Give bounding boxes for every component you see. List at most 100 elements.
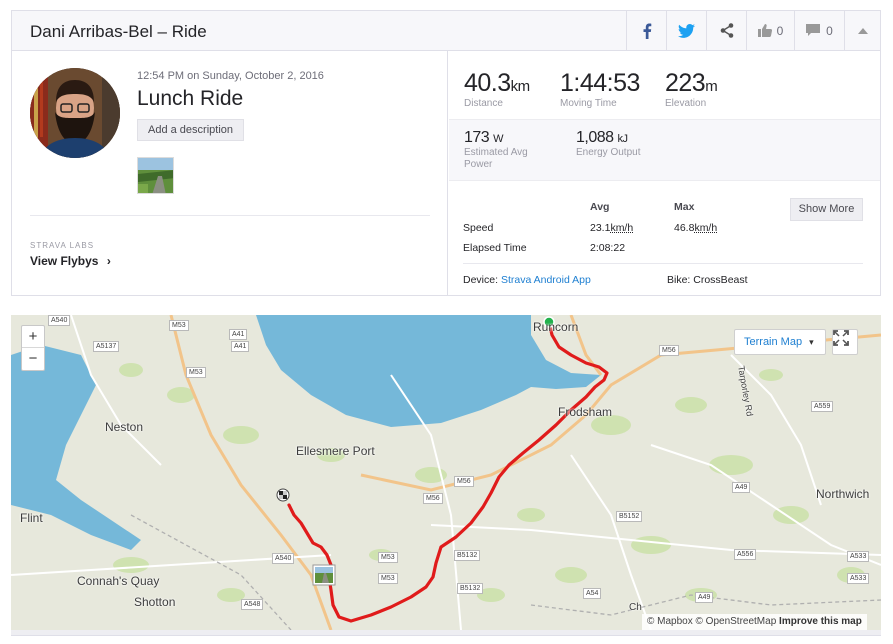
secondary-stats: 173 W Estimated Avg Power 1,088 kJ Energ… xyxy=(449,119,880,181)
expand-icon xyxy=(833,330,849,346)
moving-time-value: 1:44:53 xyxy=(560,69,640,97)
elevation-label: Elevation xyxy=(665,98,707,109)
chevron-up-icon xyxy=(857,27,868,34)
road-shield: A548 xyxy=(241,599,264,610)
road-shield: M56 xyxy=(423,493,443,504)
activity-photo-thumbnail[interactable] xyxy=(137,157,174,194)
elevation-value: 223 xyxy=(665,69,706,97)
fullscreen-button[interactable] xyxy=(832,329,858,355)
road-shield: A49 xyxy=(732,482,751,493)
finish-flag-icon[interactable] xyxy=(276,488,290,502)
view-flybys-link[interactable]: View Flybys › xyxy=(30,254,111,268)
speed-label: Speed xyxy=(463,222,494,234)
road-shield: A49 xyxy=(695,592,714,603)
speed-max: 46.8km/h xyxy=(674,222,717,234)
comment-button[interactable]: 0 xyxy=(794,11,844,50)
distance-label: Distance xyxy=(464,98,503,109)
road-shield: A540 xyxy=(272,553,295,564)
kudos-button[interactable]: 0 xyxy=(746,11,794,50)
bike-info: Bike: CrossBeast xyxy=(667,274,748,286)
comment-icon xyxy=(806,24,821,36)
place-label-ch: Ch xyxy=(629,602,642,613)
share-icon xyxy=(720,23,733,38)
col-header-avg: Avg xyxy=(590,201,610,213)
stat-power: 173 W Estimated Avg Power xyxy=(464,129,549,171)
place-label-connahs-quay: Connah's Quay xyxy=(77,574,160,588)
road-shield: B5152 xyxy=(616,511,643,522)
zoom-in-button[interactable]: + xyxy=(22,326,44,348)
avatar-image xyxy=(30,68,120,158)
twitter-icon xyxy=(678,23,695,38)
place-label-ellesmere-port: Ellesmere Port xyxy=(296,444,375,458)
share-button[interactable] xyxy=(706,11,746,50)
add-description-button[interactable]: Add a description xyxy=(137,119,244,141)
speed-avg-unit: km/h xyxy=(610,222,634,234)
road-shield: M53 xyxy=(378,573,398,584)
road-shield: A41 xyxy=(231,341,250,352)
place-label-frodsham: Frodsham xyxy=(558,405,613,419)
attribution-osm-link[interactable]: © OpenStreetMap xyxy=(696,616,777,627)
road-shield: M53 xyxy=(378,552,398,563)
stat-energy: 1,088 kJ Energy Output xyxy=(576,129,696,159)
map-attribution: © Mapbox © OpenStreetMap Improve this ma… xyxy=(642,614,867,630)
collapse-button[interactable] xyxy=(844,11,880,50)
road-shield: A54 xyxy=(583,588,602,599)
device-link[interactable]: Strava Android App xyxy=(501,274,591,286)
moving-time-label: Moving Time xyxy=(560,98,617,109)
speed-avg-value: 23.1 xyxy=(590,222,611,234)
improve-map-link[interactable]: Improve this map xyxy=(779,616,862,627)
place-label-neston: Neston xyxy=(105,420,144,434)
map-resize-handle[interactable] xyxy=(11,630,881,636)
bike-label: Bike: xyxy=(667,274,691,286)
place-label-shotton: Shotton xyxy=(134,595,176,609)
place-label-runcorn: Runcorn xyxy=(533,320,579,334)
elapsed-value: 2:08:22 xyxy=(590,242,626,254)
caret-down-icon: ▾ xyxy=(809,337,814,347)
road-shield: A540 xyxy=(48,315,71,326)
map-type-dropdown[interactable]: Terrain Map ▾ xyxy=(734,329,826,355)
place-label-flint: Flint xyxy=(20,511,43,525)
zoom-out-button[interactable]: − xyxy=(22,348,44,370)
thumbs-up-icon xyxy=(757,24,772,37)
power-unit: W xyxy=(493,133,504,145)
speed-max-value: 46.8 xyxy=(674,222,695,234)
activity-card: Dani Arribas-Bel – Ride 0 0 12:54 PM on … xyxy=(11,10,881,296)
kudos-count: 0 xyxy=(776,23,784,38)
road-shield: A5137 xyxy=(93,341,120,352)
road-shield: A556 xyxy=(734,549,757,560)
bike-value: CrossBeast xyxy=(693,274,748,286)
stat-elevation: 223m Elevation xyxy=(665,69,718,109)
attribution-mapbox-link[interactable]: © Mapbox xyxy=(647,616,693,627)
device-info: Device: Strava Android App xyxy=(463,274,591,286)
facebook-icon xyxy=(643,23,651,39)
twitter-share-button[interactable] xyxy=(666,11,706,50)
road-shield: A533 xyxy=(847,573,870,584)
activity-name: Lunch Ride xyxy=(137,87,244,110)
activity-stats: 40.3km Distance 1:44:53 Moving Time 223m… xyxy=(449,51,880,295)
view-flybys-label: View Flybys xyxy=(30,254,99,268)
elapsed-label: Elapsed Time xyxy=(463,242,527,254)
activity-datetime: 12:54 PM on Sunday, October 2, 2016 xyxy=(137,70,324,82)
road-shield: M53 xyxy=(186,367,206,378)
zoom-control: + − xyxy=(21,325,45,371)
road-shield: B5132 xyxy=(457,583,484,594)
show-more-button[interactable]: Show More xyxy=(790,198,863,221)
athlete-avatar[interactable] xyxy=(30,68,120,158)
stat-distance: 40.3km Distance xyxy=(464,69,530,109)
map-type-label: Terrain Map xyxy=(744,336,803,348)
elevation-unit: m xyxy=(705,78,718,95)
photo-marker[interactable] xyxy=(312,564,336,586)
energy-unit: kJ xyxy=(617,133,629,145)
facebook-share-button[interactable] xyxy=(626,11,666,50)
speed-avg: 23.1km/h xyxy=(590,222,633,234)
strava-labs-label: STRAVA LABS xyxy=(30,241,95,250)
page-title: Dani Arribas-Bel – Ride xyxy=(30,22,207,41)
photo-image xyxy=(138,158,173,193)
device-label: Device: xyxy=(463,274,499,286)
road-shield: M56 xyxy=(454,476,474,487)
road-shield: M53 xyxy=(169,320,189,331)
place-label-northwich: Northwich xyxy=(816,487,870,501)
divider xyxy=(463,263,863,264)
energy-label: Energy Output xyxy=(576,147,641,158)
route-map[interactable]: Runcorn Neston Frodsham Ellesmere Port N… xyxy=(11,315,881,630)
